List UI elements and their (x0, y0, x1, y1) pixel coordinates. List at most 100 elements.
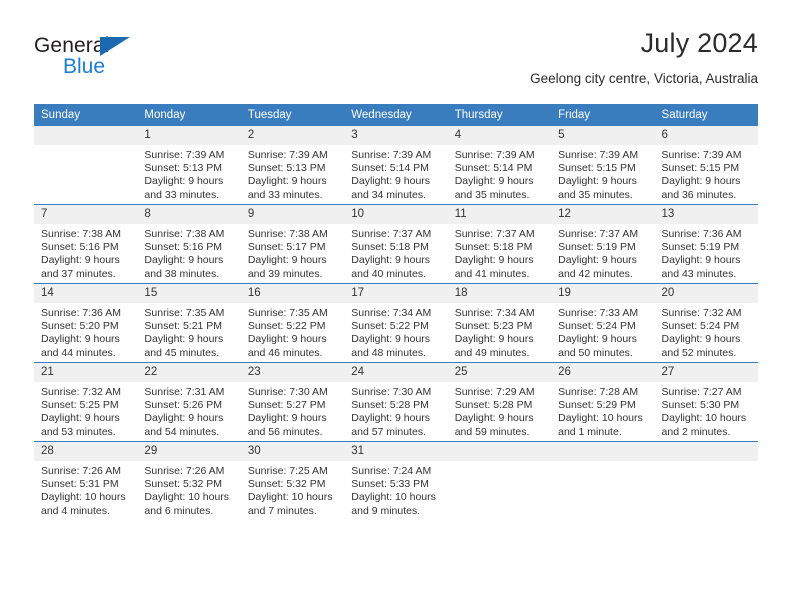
calendar-week-row: 14 Sunrise: 7:36 AM Sunset: 5:20 PM Dayligh… (34, 283, 758, 363)
daylight-text-line1: Daylight: 10 hours (661, 412, 747, 425)
sunrise-text: Sunrise: 7:39 AM (247, 149, 328, 161)
calendar-day-cell[interactable]: 29 Sunrise: 7:26 AM Sunset: 5:32 PM Dayligh… (137, 441, 241, 520)
general-blue-logo[interactable]: General Blue (34, 34, 184, 90)
calendar-day-cell[interactable]: 23 Sunrise: 7:30 AM Sunset: 5:27 PM Dayligh… (240, 362, 345, 442)
daylight-text-line1: Daylight: 9 hours (454, 333, 534, 346)
calendar-day-cell[interactable]: 20 Sunrise: 7:32 AM Sunset: 5:24 PM Dayligh… (654, 283, 758, 363)
calendar-day-cell[interactable]: 26 Sunrise: 7:28 AM Sunset: 5:29 PM Dayligh… (551, 362, 655, 442)
calendar-day-cell[interactable]: 24 Sunrise: 7:30 AM Sunset: 5:28 PM Dayligh… (344, 362, 448, 442)
day-number: 5 (551, 126, 655, 145)
daylight-text-line1: Daylight: 9 hours (661, 175, 741, 188)
day-number: 12 (551, 205, 655, 224)
daylight-text-line1: Daylight: 9 hours (351, 333, 431, 346)
sunrise-text: Sunrise: 7:34 AM (351, 307, 432, 319)
calendar-day-cell[interactable]: 25 Sunrise: 7:29 AM Sunset: 5:28 PM Dayligh… (447, 362, 552, 442)
sunset-text: Sunset: 5:19 PM (661, 241, 740, 254)
calendar-day-cell[interactable]: 1 Sunrise: 7:39 AM Sunset: 5:13 PM Daylight… (137, 126, 241, 205)
calendar-day-cell-empty (34, 126, 138, 205)
calendar-day-cell[interactable]: 15 Sunrise: 7:35 AM Sunset: 5:21 PM Dayligh… (137, 283, 241, 363)
daylight-text-line1: Daylight: 10 hours (351, 491, 436, 504)
day-details: Sunrise: 7:30 AM Sunset: 5:28 PM Daylight:… (344, 382, 447, 439)
sunset-text: Sunset: 5:22 PM (247, 320, 326, 333)
daylight-text-line2: and 56 minutes. (247, 425, 323, 438)
calendar-day-cell[interactable]: 12 Sunrise: 7:37 AM Sunset: 5:19 PM Dayligh… (551, 204, 655, 284)
calendar-day-cell[interactable]: 6 Sunrise: 7:39 AM Sunset: 5:15 PM Daylight… (654, 126, 758, 205)
sunset-text: Sunset: 5:15 PM (558, 162, 636, 175)
calendar-day-cell[interactable]: 5 Sunrise: 7:39 AM Sunset: 5:15 PM Daylight… (551, 126, 655, 205)
calendar-day-cell[interactable]: 28 Sunrise: 7:26 AM Sunset: 5:31 PM Dayligh… (34, 441, 138, 520)
sunset-text: Sunset: 5:28 PM (351, 399, 429, 412)
day-number (447, 442, 552, 461)
daylight-text-line2: and 2 minutes. (661, 425, 731, 438)
daylight-text-line2: and 48 minutes. (351, 346, 426, 359)
calendar-day-cell[interactable]: 21 Sunrise: 7:32 AM Sunset: 5:25 PM Dayligh… (34, 362, 138, 442)
daylight-text-line1: Daylight: 9 hours (351, 412, 431, 425)
daylight-text-line2: and 57 minutes. (351, 425, 426, 438)
day-details: Sunrise: 7:39 AM Sunset: 5:15 PM Daylight:… (655, 145, 758, 202)
sunrise-text: Sunrise: 7:28 AM (558, 386, 639, 398)
calendar-day-cell-empty (447, 441, 552, 520)
calendar-day-cell[interactable]: 17 Sunrise: 7:34 AM Sunset: 5:22 PM Dayligh… (344, 283, 448, 363)
daylight-text-line1: Daylight: 9 hours (454, 412, 534, 425)
sunset-text: Sunset: 5:30 PM (661, 399, 740, 412)
daylight-text-line2: and 42 minutes. (558, 267, 633, 280)
day-number: 25 (447, 363, 552, 382)
sunrise-text: Sunrise: 7:32 AM (661, 307, 742, 319)
daylight-text-line2: and 50 minutes. (558, 346, 633, 359)
sunset-text: Sunset: 5:13 PM (247, 162, 326, 175)
daylight-text-line1: Daylight: 9 hours (41, 412, 120, 425)
calendar-day-cell[interactable]: 9 Sunrise: 7:38 AM Sunset: 5:17 PM Daylight… (240, 204, 345, 284)
calendar-day-cell[interactable]: 30 Sunrise: 7:25 AM Sunset: 5:32 PM Dayligh… (240, 441, 345, 520)
sunrise-text: Sunrise: 7:35 AM (144, 307, 225, 319)
day-number: 14 (34, 284, 138, 303)
calendar-day-cell[interactable]: 8 Sunrise: 7:38 AM Sunset: 5:16 PM Daylight… (137, 204, 241, 284)
day-details: Sunrise: 7:26 AM Sunset: 5:31 PM Daylight:… (34, 461, 137, 518)
calendar-day-cell[interactable]: 11 Sunrise: 7:37 AM Sunset: 5:18 PM Dayligh… (447, 204, 552, 284)
calendar-day-cell[interactable]: 7 Sunrise: 7:38 AM Sunset: 5:16 PM Daylight… (34, 204, 138, 284)
day-details: Sunrise: 7:39 AM Sunset: 5:14 PM Daylight:… (448, 145, 551, 202)
sunrise-text: Sunrise: 7:34 AM (454, 307, 535, 319)
calendar-day-cell[interactable]: 10 Sunrise: 7:37 AM Sunset: 5:18 PM Dayligh… (344, 204, 448, 284)
calendar-day-cell[interactable]: 13 Sunrise: 7:36 AM Sunset: 5:19 PM Dayligh… (654, 204, 758, 284)
calendar-day-cell[interactable]: 2 Sunrise: 7:39 AM Sunset: 5:13 PM Daylight… (240, 126, 345, 205)
sunset-text: Sunset: 5:27 PM (247, 399, 326, 412)
calendar-day-cell[interactable]: 16 Sunrise: 7:35 AM Sunset: 5:22 PM Dayligh… (240, 283, 345, 363)
sunrise-text: Sunrise: 7:35 AM (247, 307, 328, 319)
day-details: Sunrise: 7:37 AM Sunset: 5:18 PM Daylight:… (344, 224, 447, 281)
day-number: 7 (34, 205, 138, 224)
weekday-header-sunday: Sunday (34, 104, 138, 126)
calendar-day-cell[interactable]: 27 Sunrise: 7:27 AM Sunset: 5:30 PM Dayligh… (654, 362, 758, 442)
calendar-day-cell[interactable]: 19 Sunrise: 7:33 AM Sunset: 5:24 PM Dayligh… (551, 283, 655, 363)
sunrise-text: Sunrise: 7:37 AM (351, 228, 432, 240)
day-number: 2 (240, 126, 345, 145)
daylight-text-line2: and 33 minutes. (144, 188, 220, 201)
day-number: 16 (240, 284, 345, 303)
day-number: 8 (137, 205, 241, 224)
sunset-text: Sunset: 5:16 PM (144, 241, 223, 254)
daylight-text-line2: and 49 minutes. (454, 346, 530, 359)
calendar-day-cell[interactable]: 4 Sunrise: 7:39 AM Sunset: 5:14 PM Daylight… (447, 126, 552, 205)
calendar-day-cell[interactable]: 22 Sunrise: 7:31 AM Sunset: 5:26 PM Dayligh… (137, 362, 241, 442)
sunset-text: Sunset: 5:29 PM (558, 399, 636, 412)
day-number: 10 (344, 205, 448, 224)
daylight-text-line2: and 6 minutes. (144, 504, 214, 517)
daylight-text-line2: and 52 minutes. (661, 346, 737, 359)
calendar-day-cell[interactable]: 18 Sunrise: 7:34 AM Sunset: 5:23 PM Dayligh… (447, 283, 552, 363)
calendar-week-row: 7 Sunrise: 7:38 AM Sunset: 5:16 PM Daylight… (34, 204, 758, 284)
day-number: 9 (240, 205, 345, 224)
calendar-day-cell[interactable]: 14 Sunrise: 7:36 AM Sunset: 5:20 PM Dayligh… (34, 283, 138, 363)
calendar-header-row: Sunday Monday Tuesday Wednesday Thursday… (34, 104, 758, 126)
daylight-text-line1: Daylight: 9 hours (247, 175, 327, 188)
calendar-week-row: 28 Sunrise: 7:26 AM Sunset: 5:31 PM Dayligh… (34, 441, 758, 520)
sunrise-text: Sunrise: 7:26 AM (144, 465, 225, 477)
day-number: 19 (551, 284, 655, 303)
sunset-text: Sunset: 5:18 PM (351, 241, 429, 254)
day-details: Sunrise: 7:29 AM Sunset: 5:28 PM Daylight:… (448, 382, 551, 439)
daylight-text-line2: and 43 minutes. (661, 267, 737, 280)
daylight-text-line1: Daylight: 10 hours (558, 412, 643, 425)
calendar-day-cell[interactable]: 31 Sunrise: 7:24 AM Sunset: 5:33 PM Dayligh… (344, 441, 448, 520)
day-details: Sunrise: 7:31 AM Sunset: 5:26 PM Daylight:… (137, 382, 240, 439)
sunrise-text: Sunrise: 7:24 AM (351, 465, 432, 477)
sunset-text: Sunset: 5:28 PM (454, 399, 533, 412)
calendar-day-cell[interactable]: 3 Sunrise: 7:39 AM Sunset: 5:14 PM Daylight… (344, 126, 448, 205)
